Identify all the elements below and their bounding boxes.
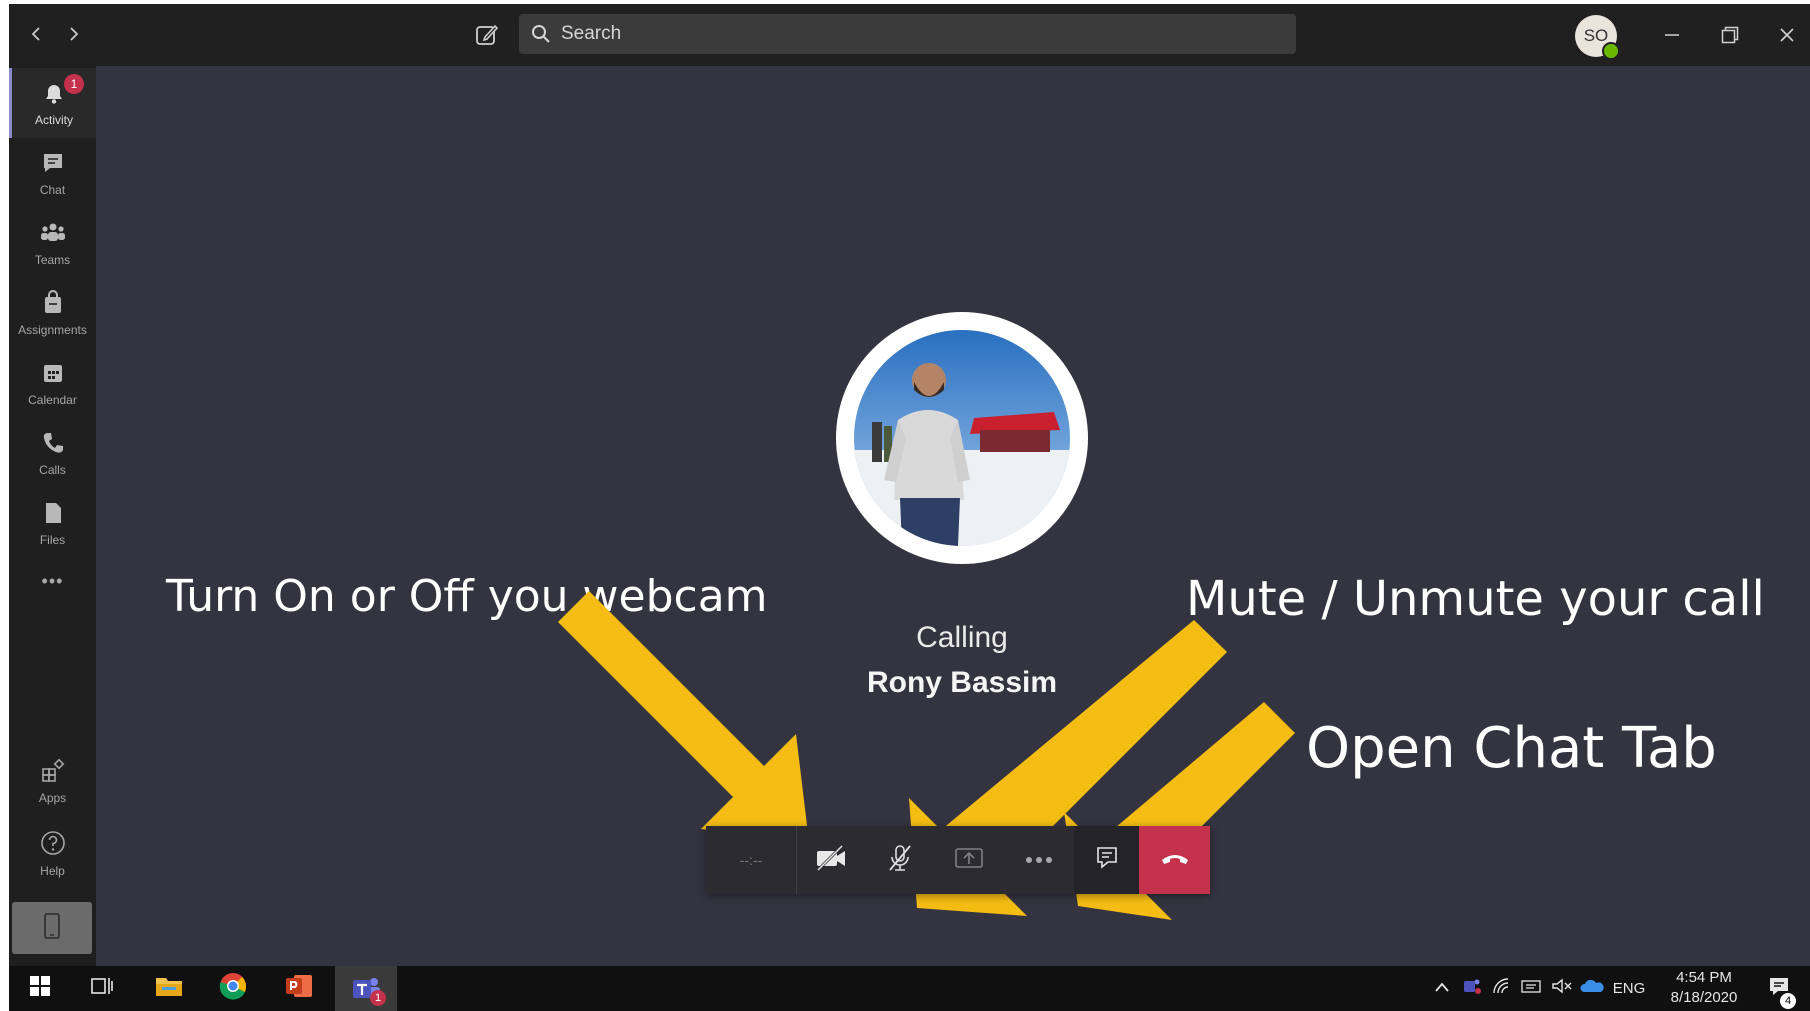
notification-count-badge: 4 <box>1780 993 1796 1009</box>
restore-icon[interactable] <box>1707 16 1753 54</box>
rail-item-label: Calls <box>39 462 66 477</box>
back-arrow-icon[interactable] <box>19 16 55 52</box>
volume-muted-icon <box>1551 977 1573 1000</box>
chat-icon <box>1093 844 1121 877</box>
chrome-button[interactable] <box>205 966 261 1011</box>
chevron-up-icon <box>1434 980 1450 998</box>
folder-icon <box>154 973 184 1004</box>
phone-icon <box>40 430 66 461</box>
microphone-muted-icon <box>885 843 915 878</box>
mute-toggle-button[interactable] <box>866 826 934 894</box>
search-input[interactable]: Search <box>519 14 1296 54</box>
more-icon <box>1024 851 1054 869</box>
teams-icon: 1 <box>350 974 386 1006</box>
wifi-icon <box>1492 977 1512 1000</box>
tray-onedrive-button[interactable] <box>1577 966 1607 1011</box>
rail-item-help[interactable]: Help <box>9 818 96 888</box>
keyboard-input-icon <box>1520 977 1542 1000</box>
title-bar: Search SO <box>9 4 1810 66</box>
rail-item-assignments[interactable]: Assignments <box>9 278 96 348</box>
rail-item-teams[interactable]: Teams <box>9 208 96 278</box>
teams-window: Search SO 1 Activity Chat Teams Assignme… <box>9 4 1810 1011</box>
teams-taskbar-button[interactable]: 1 <box>335 966 397 1011</box>
assignments-icon <box>40 289 66 321</box>
windows-logo-icon <box>29 975 51 1002</box>
camera-toggle-button[interactable] <box>796 826 866 894</box>
rail-item-chat[interactable]: Chat <box>9 138 96 208</box>
hang-up-icon <box>1160 850 1190 871</box>
activity-badge: 1 <box>64 74 84 94</box>
share-screen-button[interactable] <box>934 826 1004 894</box>
rail-item-label: Apps <box>38 790 67 805</box>
tray-volume-button[interactable] <box>1549 966 1575 1011</box>
app-bar: 1 Activity Chat Teams Assignments Calend… <box>9 66 96 966</box>
call-stage: Calling Rony Bassim Turn On or Off you w… <box>96 66 1810 966</box>
chat-icon <box>40 150 66 181</box>
teams-tray-icon <box>1462 977 1482 1000</box>
tray-network-button[interactable] <box>1489 966 1515 1011</box>
rail-item-label: Teams <box>34 252 71 267</box>
help-icon <box>39 829 67 862</box>
calendar-icon <box>40 360 66 391</box>
chrome-icon <box>219 972 247 1005</box>
rail-item-label: Files <box>39 532 66 547</box>
rail-item-label: Help <box>40 863 65 878</box>
rail-item-label: Calendar <box>28 392 77 407</box>
show-hidden-icons-button[interactable] <box>1429 966 1455 1011</box>
rail-item-activity[interactable]: 1 Activity <box>9 68 96 138</box>
files-icon <box>40 500 66 531</box>
teams-icon <box>39 220 67 251</box>
rail-item-files[interactable]: Files <box>9 488 96 558</box>
share-screen-icon <box>953 844 985 877</box>
search-placeholder: Search <box>561 23 622 44</box>
rail-item-calls[interactable]: Calls <box>9 418 96 488</box>
powerpoint-button[interactable] <box>271 966 327 1011</box>
clock-time: 4:54 PM <box>1676 969 1732 986</box>
windows-taskbar: 1 ENG 4:54 PM 8/18/2020 4 <box>9 966 1810 1011</box>
start-button[interactable] <box>15 966 65 1011</box>
tray-input-button[interactable] <box>1517 966 1545 1011</box>
rail-item-label: Chat <box>39 182 66 197</box>
arrow-to-camera <box>558 591 809 842</box>
search-icon <box>531 24 551 44</box>
presence-available-icon <box>1602 42 1620 60</box>
apps-icon <box>40 758 66 789</box>
new-chat-compose-icon[interactable] <box>467 16 507 54</box>
end-call-button[interactable] <box>1139 826 1210 894</box>
rail-item-label: Activity <box>34 112 73 127</box>
teams-notification-badge: 1 <box>370 989 386 1006</box>
rail-more-apps[interactable]: ••• <box>9 556 96 606</box>
tray-clock[interactable]: 4:54 PM 8/18/2020 <box>1649 968 1759 1008</box>
tray-teams-button[interactable] <box>1459 966 1485 1011</box>
show-conversation-button[interactable] <box>1074 826 1139 894</box>
onedrive-cloud-icon <box>1579 978 1605 999</box>
task-view-button[interactable] <box>77 966 127 1011</box>
rail-item-label: Assignments <box>18 322 87 337</box>
avatar[interactable]: SO <box>1575 15 1620 60</box>
forward-arrow-icon[interactable] <box>55 16 91 52</box>
clock-date: 8/18/2020 <box>1670 989 1738 1006</box>
rail-item-calendar[interactable]: Calendar <box>9 348 96 418</box>
rail-item-apps[interactable]: Apps <box>9 746 96 816</box>
mobile-phone-icon <box>42 912 62 945</box>
powerpoint-icon <box>284 972 314 1005</box>
file-explorer-button[interactable] <box>141 966 197 1011</box>
tray-language[interactable]: ENG <box>1609 966 1649 1011</box>
more-icon: ••• <box>41 570 64 591</box>
minimize-icon[interactable] <box>1649 16 1695 54</box>
more-actions-button[interactable] <box>1004 826 1074 894</box>
call-controls-bar: --:-- <box>706 826 1210 894</box>
call-timer: --:-- <box>706 826 797 894</box>
mobile-device-button[interactable] <box>12 902 92 954</box>
task-view-icon <box>90 975 114 1002</box>
camera-off-icon <box>814 844 848 877</box>
close-icon[interactable] <box>1764 16 1810 54</box>
